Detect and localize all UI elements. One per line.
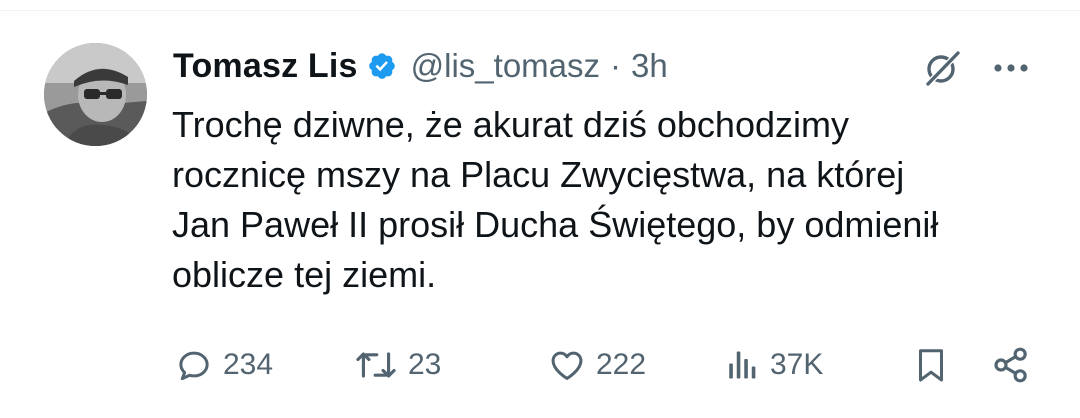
share-icon <box>994 347 1027 383</box>
views-button[interactable]: 37K <box>724 343 823 387</box>
tweet-text-line: oblicze tej ziemi. <box>172 254 437 295</box>
tweet-header: Tomasz Lis @lis_tomasz · 3h <box>173 44 668 88</box>
reply-button[interactable]: 234 <box>175 343 273 387</box>
like-button[interactable]: 222 <box>548 343 646 387</box>
like-count: 222 <box>596 348 647 381</box>
grok-icon[interactable] <box>919 48 963 88</box>
reply-icon <box>179 351 209 381</box>
divider <box>0 10 1080 11</box>
avatar[interactable] <box>44 43 147 146</box>
tweet-text-line: rocznicę mszy na Placu Zwycięstwa, na kt… <box>172 154 905 195</box>
verified-badge-icon[interactable] <box>367 51 397 81</box>
bookmark-button[interactable] <box>913 343 949 387</box>
views-count: 37K <box>770 348 824 381</box>
tweet-text-line: Trochę dziwne, że akurat dziś obchodzimy <box>172 104 849 145</box>
views-icon <box>729 351 756 379</box>
reply-count: 234 <box>223 348 274 381</box>
tweet-text-line: Jan Paweł II prosił Ducha Świętego, by o… <box>172 204 939 245</box>
repost-icon <box>356 352 396 378</box>
more-options-icon[interactable] <box>988 53 1034 83</box>
separator-dot: · <box>610 47 622 84</box>
repost-button[interactable]: 23 <box>354 343 441 387</box>
tweet-text: Trochę dziwne, że akurat dziś obchodzimy… <box>172 100 1052 300</box>
bookmark-icon <box>919 349 943 382</box>
tweet-card[interactable]: Tomasz Lis @lis_tomasz · 3h Trochę dziwn… <box>0 0 1080 418</box>
action-bar: 234 23 222 37K <box>0 335 1080 395</box>
timestamp[interactable]: 3h <box>631 47 668 85</box>
heart-icon <box>551 351 583 380</box>
repost-count: 23 <box>408 348 442 381</box>
author-name[interactable]: Tomasz Lis <box>173 47 358 86</box>
author-handle[interactable]: @lis_tomasz <box>411 47 600 85</box>
share-button[interactable] <box>991 343 1031 387</box>
